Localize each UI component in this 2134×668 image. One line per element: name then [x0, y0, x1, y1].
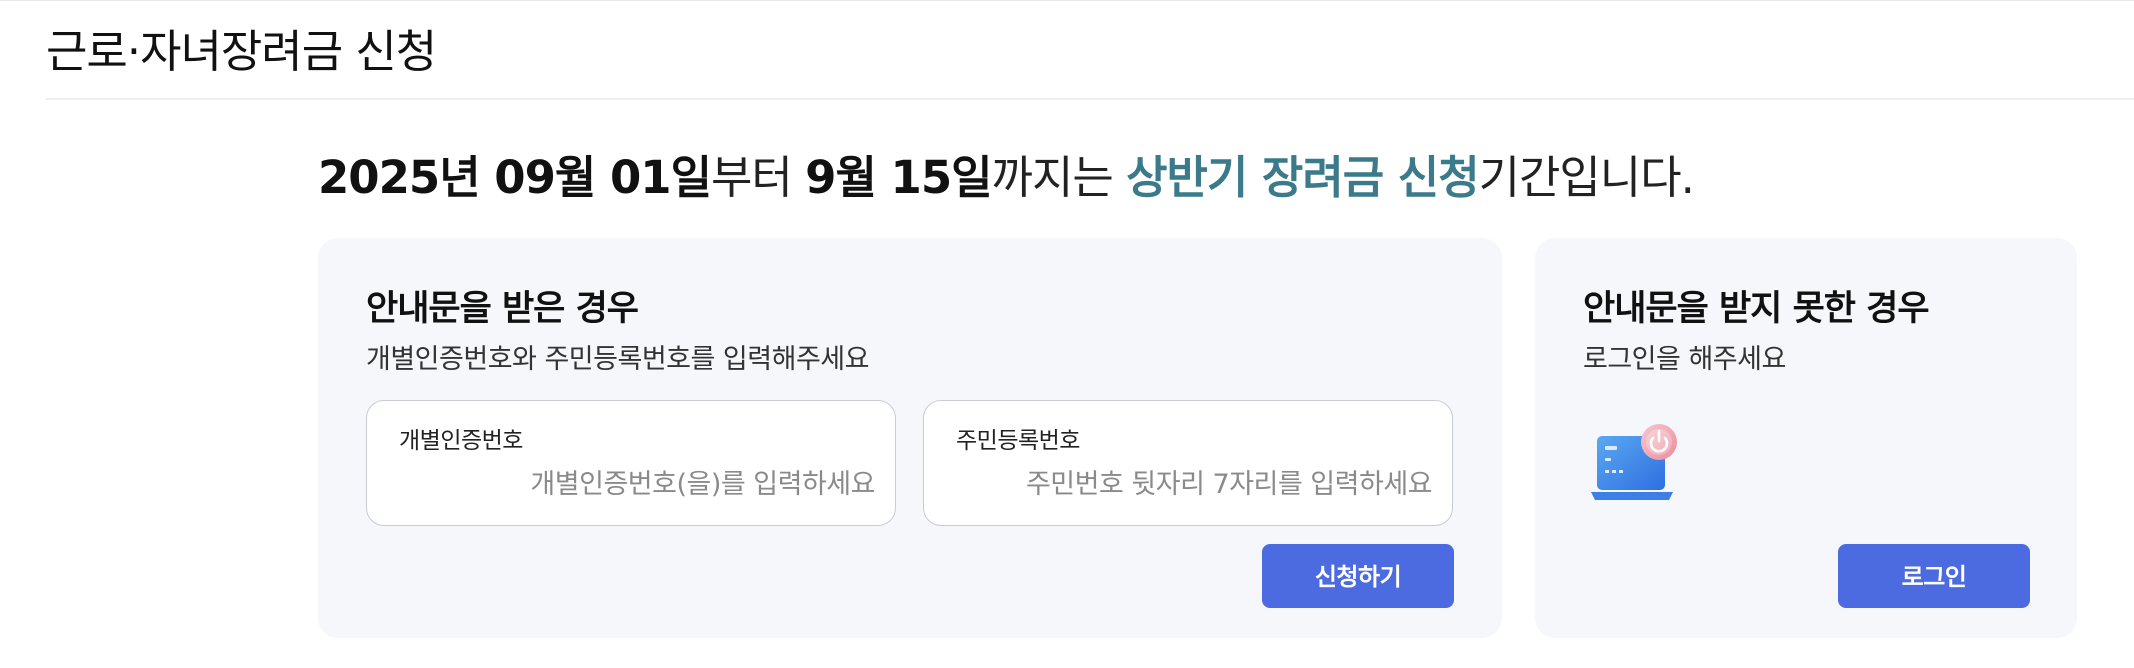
top-border	[0, 0, 2134, 1]
received-card-subtitle: 개별인증번호와 주민등록번호를 입력해주세요	[366, 344, 869, 375]
auth-number-input[interactable]	[387, 461, 875, 507]
not-received-card-subtitle: 로그인을 해주세요	[1583, 344, 1786, 375]
received-card-heading: 안내문을 받은 경우	[366, 289, 639, 329]
period-suffix: 기간입니다.	[1478, 151, 1695, 204]
title-divider	[46, 98, 2134, 100]
page-title: 근로·자녀장려금 신청	[46, 25, 437, 78]
period-until-text: 까지는	[991, 151, 1127, 204]
period-end-date: 9월 15일	[805, 151, 992, 204]
auth-number-field[interactable]: 개별인증번호	[366, 400, 896, 526]
resident-number-label: 주민등록번호	[956, 428, 1080, 454]
login-button[interactable]: 로그인	[1838, 544, 2030, 608]
laptop-power-icon	[1591, 424, 1677, 500]
not-received-notice-card: 안내문을 받지 못한 경우 로그인을 해주세요 로그인	[1535, 238, 2077, 638]
resident-number-field[interactable]: 주민등록번호	[923, 400, 1453, 526]
page: 근로·자녀장려금 신청 2025년 09월 01일부터 9월 15일까지는 상반…	[0, 0, 2134, 668]
auth-number-label: 개별인증번호	[399, 428, 523, 454]
period-start-date: 2025년 09월 01일	[318, 151, 712, 204]
period-name: 상반기 장려금 신청	[1126, 151, 1480, 204]
received-notice-card: 안내문을 받은 경우 개별인증번호와 주민등록번호를 입력해주세요 개별인증번호…	[318, 238, 1502, 638]
not-received-card-heading: 안내문을 받지 못한 경우	[1583, 289, 1930, 329]
application-period-notice: 2025년 09월 01일부터 9월 15일까지는 상반기 장려금 신청기간입니…	[318, 148, 1695, 208]
apply-button[interactable]: 신청하기	[1262, 544, 1454, 608]
resident-number-input[interactable]	[944, 461, 1432, 507]
period-from-text: 부터	[711, 151, 806, 204]
